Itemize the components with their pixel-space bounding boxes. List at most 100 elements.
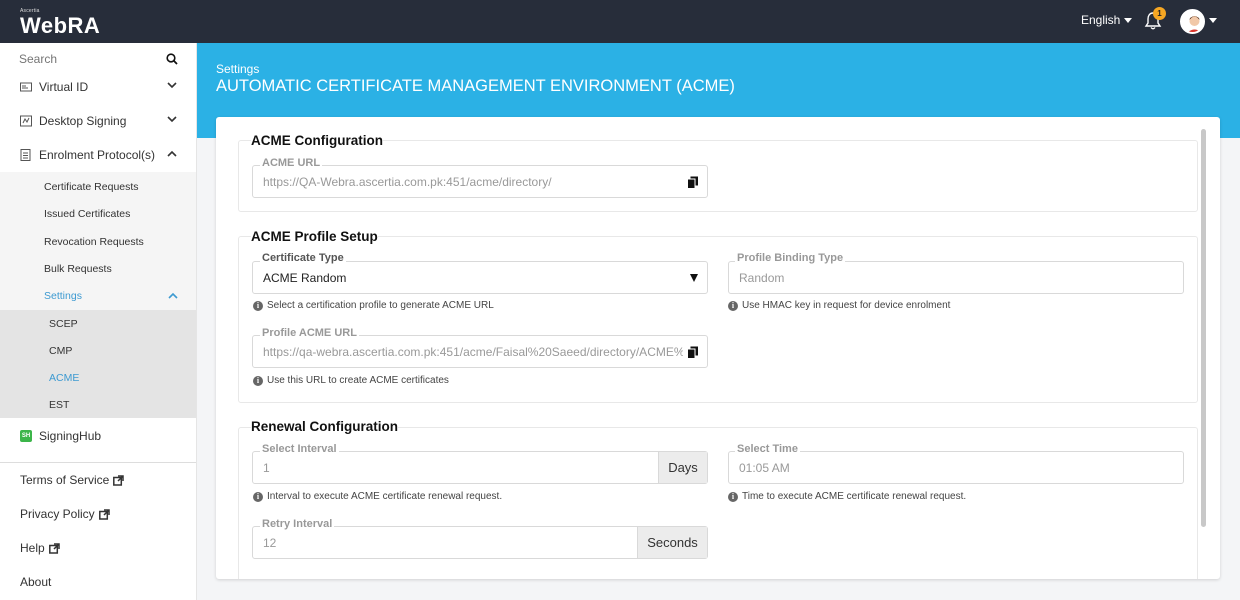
info-icon: i [253, 491, 263, 502]
document-stack-icon [20, 149, 31, 161]
sidebar-subitem-label: Certificate Requests [44, 180, 139, 193]
acme-url-value: https://QA-Webra.ascertia.com.pk:451/acm… [263, 175, 552, 189]
acme-url-label: ACME URL [260, 157, 323, 169]
sidebar-subitem-cmp[interactable]: CMP [0, 337, 196, 364]
settings-card: ACME Configuration https://QA-Webra.asce… [216, 117, 1220, 579]
sidebar-subitem-label: CMP [49, 344, 73, 357]
sidebar-subitem-est[interactable]: EST [0, 391, 196, 418]
sidebar-item-label: Virtual ID [39, 80, 89, 94]
page-title: AUTOMATIC CERTIFICATE MANAGEMENT ENVIRON… [216, 77, 735, 95]
search-input[interactable] [19, 52, 159, 66]
sidebar-subitem-label: Bulk Requests [44, 262, 112, 275]
settings-submenu: SCEP CMP ACME EST [0, 310, 196, 418]
help-link[interactable]: Help [20, 541, 60, 555]
profile-binding-type-label: Profile Binding Type [735, 252, 846, 264]
sidebar-subitem-issued-certificates[interactable]: Issued Certificates [0, 200, 196, 227]
sidebar-subitem-label: Issued Certificates [44, 207, 131, 220]
sidebar-subitem-label: ACME [49, 371, 80, 384]
copy-icon[interactable] [687, 346, 699, 359]
terms-of-service-link[interactable]: Terms of Service [20, 473, 125, 487]
acme-url-field[interactable]: https://QA-Webra.ascertia.com.pk:451/acm… [252, 165, 708, 198]
certificate-type-value: ACME Random [263, 271, 347, 285]
caret-down-icon [690, 274, 698, 282]
retry-unit-addon: Seconds [637, 527, 707, 558]
privacy-policy-link[interactable]: Privacy Policy [20, 507, 110, 521]
hint-text: Interval to execute ACME certificate ren… [267, 491, 503, 502]
chevron-down-icon [1124, 17, 1133, 23]
sidebar-subitem-settings[interactable]: Settings [0, 282, 196, 309]
external-link-icon [113, 474, 125, 486]
breadcrumb[interactable]: Settings [216, 62, 259, 76]
section-title: ACME Configuration [251, 133, 383, 148]
retry-interval-label: Retry Interval [260, 518, 335, 530]
sidebar-item-desktop-signing[interactable]: Desktop Signing [0, 104, 196, 138]
link-label: Privacy Policy [20, 507, 95, 521]
chevron-up-icon [168, 292, 178, 299]
hint-text: Use this URL to create ACME certificates [267, 375, 449, 386]
select-interval-label: Select Interval [260, 443, 339, 455]
enrolment-submenu: Certificate Requests Issued Certificates… [0, 172, 196, 418]
signinghub-icon: SH [20, 430, 32, 442]
select-time-label: Select Time [735, 443, 800, 455]
external-link-icon [48, 542, 60, 554]
sidebar-subitem-scep[interactable]: SCEP [0, 310, 196, 337]
hint-text: Time to execute ACME certificate renewal… [742, 491, 967, 502]
sidebar-subitem-revocation-requests[interactable]: Revocation Requests [0, 228, 196, 255]
select-time-field[interactable]: 01:05 AM [728, 451, 1184, 484]
about-link[interactable]: About [20, 575, 51, 589]
select-interval-field[interactable]: 1 Days [252, 451, 708, 484]
search-icon[interactable] [166, 53, 178, 65]
certificate-type-label: Certificate Type [260, 252, 346, 264]
sidebar-subitem-label: SCEP [49, 317, 78, 330]
sidebar-item-virtual-id[interactable]: Virtual ID [0, 70, 196, 104]
profile-binding-type-field[interactable]: Random [728, 261, 1184, 294]
select-time-value: 01:05 AM [739, 461, 790, 475]
sidebar-subitem-acme[interactable]: ACME [0, 364, 196, 391]
copy-icon[interactable] [687, 176, 699, 189]
chevron-down-icon [167, 82, 177, 89]
external-link-icon [98, 508, 110, 520]
select-time-hint: i Time to execute ACME certificate renew… [728, 491, 966, 502]
avatar[interactable] [1180, 9, 1205, 34]
retry-interval-field[interactable]: 12 Seconds [252, 526, 708, 559]
sidebar-subitem-label: Revocation Requests [44, 235, 144, 248]
info-icon: i [728, 491, 738, 502]
chevron-up-icon [167, 150, 177, 157]
info-icon: i [253, 300, 263, 311]
profile-acme-url-value: https://qa-webra.ascertia.com.pk:451/acm… [263, 345, 683, 359]
link-label: Help [20, 541, 45, 555]
certificate-type-hint: i Select a certification profile to gene… [253, 300, 494, 311]
profile-acme-url-field[interactable]: https://qa-webra.ascertia.com.pk:451/acm… [252, 335, 708, 368]
language-selector[interactable]: English [1081, 13, 1133, 27]
id-card-icon [20, 82, 32, 92]
retry-interval-value: 12 [263, 536, 277, 550]
notification-badge: 1 [1153, 7, 1166, 20]
desktop-signing-icon [20, 115, 32, 127]
profile-binding-type-hint: i Use HMAC key in request for device enr… [728, 300, 950, 311]
sidebar-subitem-label: EST [49, 398, 70, 411]
user-avatar-icon [1182, 11, 1203, 32]
language-label: English [1081, 13, 1121, 27]
top-bar: Ascertia WebRA English 1 [0, 0, 1240, 43]
sidebar-item-label: SigningHub [39, 429, 102, 443]
hint-text: Use HMAC key in request for device enrol… [742, 300, 951, 311]
sidebar-item-signinghub[interactable]: SH SigningHub [0, 419, 196, 453]
chevron-down-icon[interactable] [1209, 18, 1217, 23]
section-title: ACME Profile Setup [251, 229, 378, 244]
select-interval-hint: i Interval to execute ACME certificate r… [253, 491, 502, 502]
info-icon: i [728, 300, 738, 311]
link-label: Terms of Service [20, 473, 110, 487]
sidebar-subitem-label: Settings [44, 289, 82, 302]
sidebar-subitem-bulk-requests[interactable]: Bulk Requests [0, 255, 196, 282]
sidebar-item-enrolment-protocols[interactable]: Enrolment Protocol(s) [0, 138, 196, 172]
profile-acme-url-hint: i Use this URL to create ACME certificat… [253, 375, 449, 386]
sidebar: Virtual ID Desktop Signing Enrolment Pro… [0, 43, 197, 600]
chevron-down-icon [167, 116, 177, 123]
sidebar-subitem-certificate-requests[interactable]: Certificate Requests [0, 173, 196, 200]
info-icon: i [253, 375, 263, 386]
scrollbar[interactable] [1201, 129, 1206, 527]
hint-text: Select a certification profile to genera… [267, 300, 494, 311]
sidebar-item-label: Enrolment Protocol(s) [39, 148, 156, 162]
certificate-type-select[interactable]: ACME Random [252, 261, 708, 294]
brand-name: WebRA [20, 13, 101, 38]
